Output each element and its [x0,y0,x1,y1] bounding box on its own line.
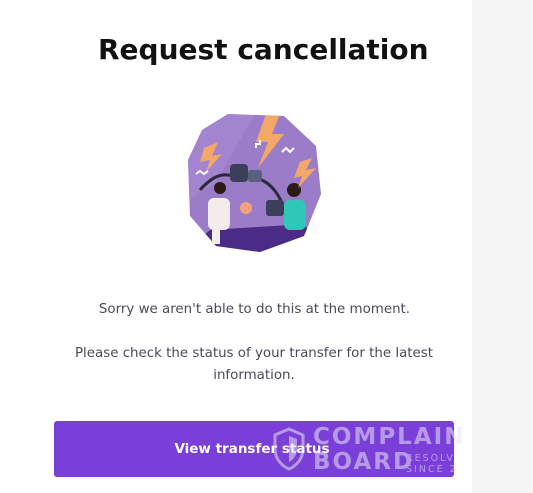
cancellation-page: Request cancellation Sorry we aren't abl… [0,0,533,493]
error-message: Sorry we aren't able to do this at the m… [98,302,411,317]
page-title: Request cancellation [98,33,429,66]
view-transfer-status-button[interactable]: View transfer status [54,421,454,477]
side-panel [472,0,533,493]
view-transfer-status-label: View transfer status [174,441,330,457]
status-hint-text: Please check the status of your transfer… [74,346,434,383]
unplugged-cable-illustration [186,112,322,252]
